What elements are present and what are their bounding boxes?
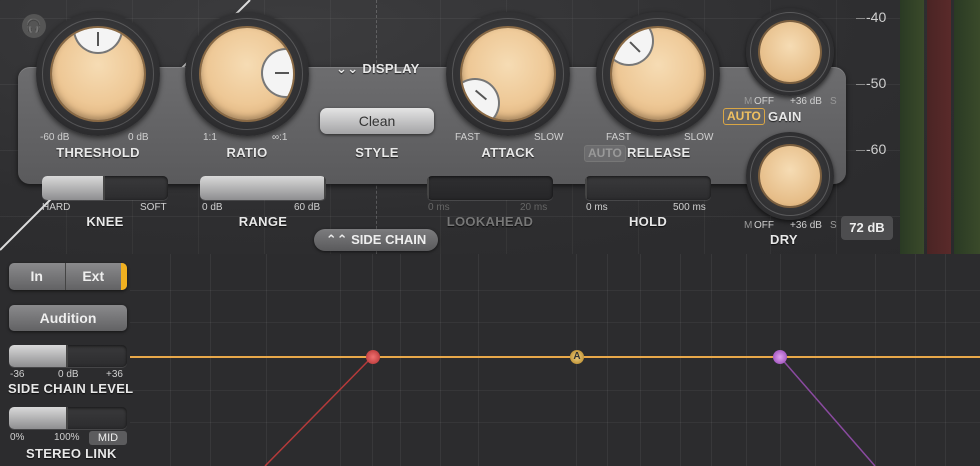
scale-tick <box>856 150 865 151</box>
level-meter-right <box>954 0 980 254</box>
dry-min: OFF <box>754 220 774 231</box>
side-chain-toggle-label: SIDE CHAIN <box>351 232 427 247</box>
in-button[interactable]: In <box>9 263 65 290</box>
knob-face <box>760 146 820 206</box>
chevron-double-up-icon: ⌃⌃ <box>325 232 348 247</box>
range-display-badge[interactable]: 72 dB <box>841 216 893 240</box>
ratio-label: RATIO <box>226 145 268 160</box>
style-label: STYLE <box>355 145 399 160</box>
sc-level-min: -36 <box>10 369 25 380</box>
scale-tick <box>856 84 865 85</box>
gain-knob[interactable] <box>746 8 834 96</box>
slider-fill <box>42 176 105 200</box>
hold-slider[interactable] <box>585 176 711 200</box>
release-min: FAST <box>606 132 632 143</box>
lookahead-max: 20 ms <box>520 202 548 213</box>
release-knob[interactable] <box>596 12 720 136</box>
eq-node-highpass[interactable] <box>366 350 380 364</box>
sc-level-max: +36 <box>106 369 123 380</box>
release-auto-toggle[interactable]: AUTO <box>584 145 626 162</box>
knee-max: SOFT <box>140 202 167 213</box>
scale-label: -60 <box>866 141 887 157</box>
hold-label: HOLD <box>628 214 668 229</box>
display-label: DISPLAY <box>362 61 420 76</box>
gain-max: +36 dB <box>790 96 822 107</box>
headphones-icon[interactable]: 🎧 <box>22 14 46 38</box>
stereo-link-label: STEREO LINK <box>26 446 117 461</box>
ext-button[interactable]: Ext <box>66 263 122 290</box>
side-chain-source-toggle[interactable]: In Ext <box>9 263 127 290</box>
level-meter-left <box>900 0 924 254</box>
style-button[interactable]: Clean <box>320 108 434 134</box>
ratio-min: 1:1 <box>203 132 217 143</box>
dry-max: +36 dB <box>790 220 822 231</box>
side-chain-eq-curve <box>130 356 980 466</box>
dry-knob[interactable] <box>746 132 834 220</box>
attack-min: FAST <box>455 132 481 143</box>
lookahead-slider[interactable] <box>427 176 553 200</box>
slider-fill <box>200 176 326 200</box>
stereo-link-mode-button[interactable]: MID <box>89 431 127 445</box>
audition-button[interactable]: Audition <box>9 305 127 331</box>
lookahead-min: 0 ms <box>428 202 450 213</box>
slider-fill <box>585 176 587 200</box>
range-min: 0 dB <box>202 202 223 213</box>
knob-face <box>52 28 144 120</box>
scale-label: -50 <box>866 75 887 91</box>
ratio-max: ∞:1 <box>272 132 288 143</box>
knob-face <box>760 22 820 82</box>
slider-fill <box>9 407 68 429</box>
chevron-double-down-icon: ⌄⌄ <box>336 61 359 76</box>
stereo-link-slider[interactable] <box>9 407 127 429</box>
knob-face <box>201 28 293 120</box>
attack-label: ATTACK <box>481 145 535 160</box>
attack-knob[interactable] <box>446 12 570 136</box>
dry-mid-label: M <box>744 220 753 231</box>
threshold-knob[interactable] <box>36 12 160 136</box>
gain-mid-label: M <box>744 96 753 107</box>
dry-label: DRY <box>770 232 798 247</box>
dry-side-label: S <box>830 220 837 231</box>
hold-min: 0 ms <box>586 202 608 213</box>
range-slider[interactable] <box>200 176 326 200</box>
slider-fill <box>427 176 429 200</box>
side-chain-toggle[interactable]: ⌃⌃ SIDE CHAIN <box>314 229 438 251</box>
release-label: RELEASE <box>627 145 691 160</box>
range-max: 60 dB <box>294 202 321 213</box>
gain-auto-toggle[interactable]: AUTO <box>723 108 765 125</box>
attack-max: SLOW <box>534 132 564 143</box>
threshold-min: -60 dB <box>40 132 70 143</box>
knob-tick <box>275 72 289 74</box>
eq-node-a[interactable]: A <box>570 350 584 364</box>
scale-label: -40 <box>866 9 887 25</box>
active-indicator <box>121 263 127 290</box>
range-label: RANGE <box>238 214 288 229</box>
side-chain-level-label: SIDE CHAIN LEVEL <box>8 381 134 396</box>
gain-min: OFF <box>754 96 774 107</box>
release-max: SLOW <box>684 132 714 143</box>
knee-slider[interactable] <box>42 176 168 200</box>
lookahead-label: LOOKAHEAD <box>446 214 534 229</box>
stereo-link-max: 100% <box>54 432 80 443</box>
eq-node-lowpass[interactable] <box>773 350 787 364</box>
knob-face <box>462 28 554 120</box>
knee-min: HARD <box>42 202 71 213</box>
hold-max: 500 ms <box>673 202 706 213</box>
ratio-knob[interactable] <box>185 12 309 136</box>
knob-pointer <box>462 80 498 120</box>
scale-tick <box>856 18 865 19</box>
gain-label: GAIN <box>768 109 802 124</box>
sc-level-mid: 0 dB <box>58 369 79 380</box>
side-chain-level-slider[interactable] <box>9 345 127 367</box>
gain-side-label: S <box>830 96 837 107</box>
threshold-label: THRESHOLD <box>56 145 140 160</box>
knee-label: KNEE <box>86 214 124 229</box>
threshold-max: 0 dB <box>128 132 149 143</box>
knob-face <box>612 28 704 120</box>
gain-reduction-meter <box>927 0 951 254</box>
slider-fill <box>9 345 68 367</box>
stereo-link-min: 0% <box>10 432 25 443</box>
display-toggle[interactable]: ⌄⌄ DISPLAY <box>336 61 420 77</box>
knob-tick <box>97 32 99 46</box>
